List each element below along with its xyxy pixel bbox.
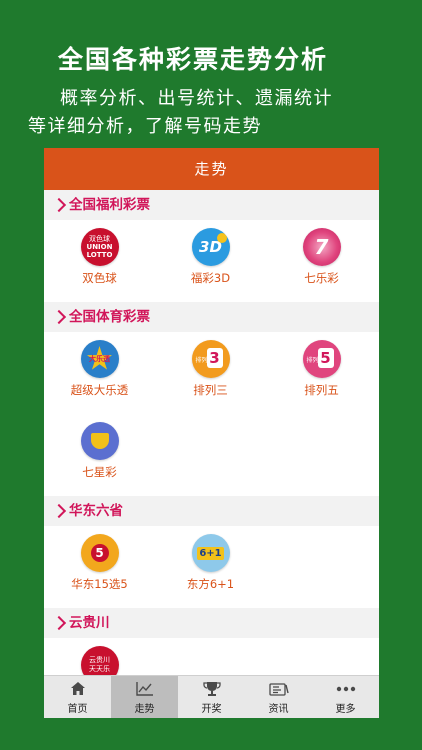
section-grid-yunguichuan: 云贵川 天天乐: [44, 638, 379, 676]
lottery-item-fucai-3d[interactable]: 3D 福彩3D: [155, 220, 266, 302]
section-header-ticai: 全国体育彩票: [44, 302, 379, 332]
section-title: 华东六省: [69, 503, 123, 519]
tab-label: 开奖: [201, 703, 222, 715]
chevron-right-icon: [51, 503, 67, 519]
promo-banner: 全国各种彩票走势分析 概率分析、出号统计、遗漏统计 等详细分析，了解号码走势: [0, 0, 422, 148]
qilecai-icon: 7: [302, 228, 341, 266]
lottery-label: 七乐彩: [304, 271, 339, 285]
icon-text: 排列: [306, 357, 319, 364]
pailie-5-icon: 排列 5: [302, 340, 341, 378]
lottery-item-qilecai[interactable]: 7 七乐彩: [266, 220, 377, 302]
section-grid-ticai: 大乐透 超级大乐透 排列 3 排列三 排列 5 排列五 七星彩: [44, 332, 379, 496]
qixingcai-icon: [80, 422, 119, 460]
lottery-item-huadong-15x5[interactable]: 5 华东15选5: [44, 526, 155, 608]
sun-shape: [216, 233, 227, 243]
lottery-list[interactable]: 全国福利彩票 双色球 UNION LOTTO 双色球 3D 福彩3D 7 七乐彩…: [44, 190, 379, 676]
icon-text: 3: [206, 348, 223, 368]
section-grid-huadong: 5 华东15选5 6+1 东方6+1: [44, 526, 379, 608]
section-title: 全国福利彩票: [69, 197, 150, 213]
chevron-right-icon: [51, 615, 67, 631]
dongfang-6plus1-icon: 6+1: [191, 534, 230, 572]
lottery-label: 华东15选5: [71, 577, 128, 591]
tab-label: 首页: [67, 703, 88, 715]
icon-text: 5: [90, 544, 109, 562]
tab-label: 资讯: [268, 703, 289, 715]
lottery-label: 七星彩: [82, 465, 117, 479]
lottery-label: 双色球: [82, 271, 117, 285]
trophy-icon: [202, 680, 221, 698]
more-dots-icon: [336, 680, 356, 698]
icon-text: 云贵川: [89, 656, 110, 664]
lottery-item-yunguichuan[interactable]: 云贵川 天天乐: [44, 638, 155, 676]
bottom-tab-bar: 首页 走势 开奖 资讯 更多: [44, 675, 379, 718]
fucai-3d-icon: 3D: [191, 228, 230, 266]
tab-draw-results[interactable]: 开奖: [178, 676, 245, 718]
section-header-fucai: 全国福利彩票: [44, 190, 379, 220]
section-title: 全国体育彩票: [69, 309, 150, 325]
pailie-3-icon: 排列 3: [191, 340, 230, 378]
chevron-right-icon: [51, 309, 67, 325]
icon-text: 天天乐: [89, 665, 110, 673]
lottery-item-shuangseqiu[interactable]: 双色球 UNION LOTTO 双色球: [44, 220, 155, 302]
nav-bar: 走势: [44, 148, 379, 190]
lottery-label: 超级大乐透: [70, 383, 129, 397]
section-header-huadong: 华东六省: [44, 496, 379, 526]
icon-text: 排列: [195, 357, 208, 364]
tab-news[interactable]: 资讯: [245, 676, 312, 718]
news-icon: [268, 680, 289, 698]
tab-home[interactable]: 首页: [44, 676, 111, 718]
lottery-item-pailie-5[interactable]: 排列 5 排列五: [266, 332, 377, 414]
lottery-item-qixingcai[interactable]: 七星彩: [44, 414, 155, 496]
huadong-15x5-icon: 5: [80, 534, 119, 572]
tab-more[interactable]: 更多: [312, 676, 379, 718]
icon-text: 大乐透: [89, 355, 110, 363]
trophy-shape: [90, 433, 109, 449]
lottery-label: 福彩3D: [190, 271, 231, 285]
home-icon: [70, 680, 86, 698]
section-grid-fucai: 双色球 UNION LOTTO 双色球 3D 福彩3D 7 七乐彩: [44, 220, 379, 302]
icon-text: 双色球: [89, 235, 110, 243]
icon-text: UNION: [86, 243, 113, 251]
yunguichuan-icon: 云贵川 天天乐: [80, 646, 119, 676]
section-header-yunguichuan: 云贵川: [44, 608, 379, 638]
trend-chart-icon: [135, 680, 154, 698]
chevron-right-icon: [51, 197, 67, 213]
nav-title: 走势: [194, 160, 229, 178]
lottery-label: 排列三: [193, 383, 228, 397]
section-title: 云贵川: [69, 615, 110, 631]
icon-text: 6+1: [197, 546, 224, 560]
tab-label: 走势: [134, 703, 155, 715]
app-screen: 走势 全国福利彩票 双色球 UNION LOTTO 双色球 3D 福彩3D 7 …: [44, 148, 379, 718]
promo-title: 全国各种彩票走势分析: [58, 45, 329, 74]
lottery-item-daletou[interactable]: 大乐透 超级大乐透: [44, 332, 155, 414]
promo-subtitle-line-2: 等详细分析，了解号码走势: [28, 116, 262, 137]
lottery-item-pailie-3[interactable]: 排列 3 排列三: [155, 332, 266, 414]
lottery-label: 东方6+1: [186, 577, 235, 591]
icon-text: 7: [314, 235, 329, 259]
tab-trend[interactable]: 走势: [111, 676, 178, 718]
promo-subtitle-line-1: 概率分析、出号统计、遗漏统计: [60, 88, 333, 109]
daletou-icon: 大乐透: [80, 340, 119, 378]
icon-text: 5: [317, 348, 334, 368]
tab-label: 更多: [335, 703, 356, 715]
union-lotto-icon: 双色球 UNION LOTTO: [80, 228, 119, 266]
icon-text: LOTTO: [86, 251, 113, 259]
lottery-label: 排列五: [304, 383, 339, 397]
lottery-item-dongfang-6plus1[interactable]: 6+1 东方6+1: [155, 526, 266, 608]
